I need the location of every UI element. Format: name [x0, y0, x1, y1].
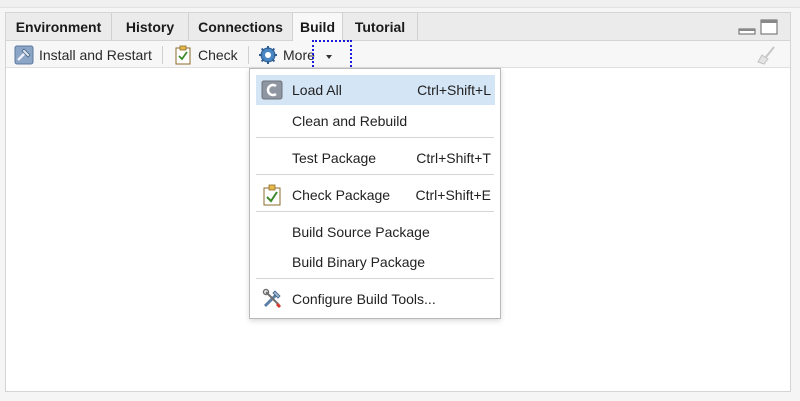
more-label: More: [283, 47, 315, 63]
maximize-icon[interactable]: [760, 19, 778, 35]
menu-item-build-binary-package[interactable]: Build Binary Package: [256, 247, 495, 277]
minimize-icon[interactable]: [738, 19, 756, 35]
menu-divider: [256, 211, 494, 212]
menu-item-shortcut: Ctrl+Shift+T: [416, 150, 491, 166]
checklist-icon: [173, 45, 193, 65]
tab-bar: Environment History Connections Build Tu…: [6, 13, 790, 42]
gear-icon: [258, 45, 278, 65]
tab-tutorial[interactable]: Tutorial: [343, 13, 418, 41]
broom-icon[interactable]: [756, 45, 778, 65]
menu-item-check-package[interactable]: Check Package Ctrl+Shift+E: [256, 180, 495, 210]
menu-item-label: Check Package: [292, 187, 391, 203]
menu-item-build-source-package[interactable]: Build Source Package: [256, 217, 495, 247]
install-and-restart-label: Install and Restart: [39, 47, 152, 63]
install-and-restart-button[interactable]: Install and Restart: [14, 44, 152, 66]
menu-item-test-package[interactable]: Test Package Ctrl+Shift+T: [256, 143, 495, 173]
menu-divider: [256, 278, 494, 279]
menu-item-label: Configure Build Tools...: [292, 291, 436, 307]
tab-build[interactable]: Build: [293, 13, 343, 42]
check-button[interactable]: Check: [173, 44, 238, 66]
menu-item-label: Build Binary Package: [292, 254, 426, 270]
hammer-icon: [14, 45, 34, 65]
tab-history[interactable]: History: [112, 13, 189, 41]
tab-connections[interactable]: Connections: [189, 13, 293, 41]
menu-divider: [256, 174, 494, 175]
menu-item-shortcut: Ctrl+Shift+L: [417, 82, 491, 98]
more-button[interactable]: More: [258, 44, 315, 66]
tab-environment[interactable]: Environment: [6, 13, 112, 41]
menu-item-load-all[interactable]: Load All Ctrl+Shift+L: [256, 75, 495, 105]
build-toolbar: Install and Restart Check More: [6, 41, 790, 68]
menu-divider: [256, 137, 494, 138]
menu-item-shortcut: Ctrl+Shift+E: [415, 187, 491, 203]
tools-icon: [261, 288, 283, 310]
load-all-icon: [261, 79, 283, 101]
toolbar-divider: [162, 46, 163, 64]
menu-item-clean-and-rebuild[interactable]: Clean and Rebuild: [256, 106, 495, 136]
window-top-border: [0, 0, 800, 8]
menu-item-configure-build-tools[interactable]: Configure Build Tools...: [256, 284, 495, 314]
menu-item-label: Clean and Rebuild: [292, 113, 408, 129]
toolbar-divider: [248, 46, 249, 64]
menu-item-label: Build Source Package: [292, 224, 430, 240]
menu-item-label: Test Package: [292, 150, 377, 166]
more-dropdown-menu: Load All Ctrl+Shift+L Clean and Rebuild …: [249, 68, 501, 319]
check-label: Check: [198, 47, 238, 63]
menu-item-label: Load All: [292, 82, 342, 98]
checklist-icon: [261, 184, 283, 206]
